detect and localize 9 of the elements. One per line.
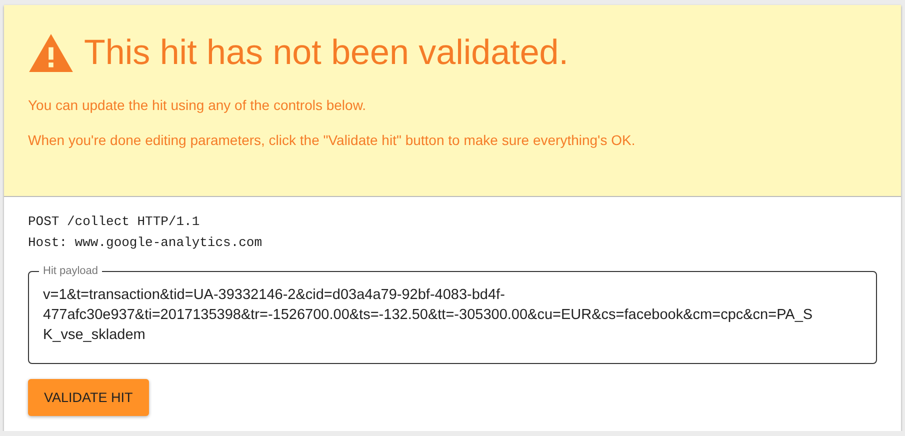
validate-button[interactable]: VALIDATE HIT	[28, 379, 149, 416]
payload-field[interactable]: Hit payload v=1&t=transaction&tid=UA-39332146-2&cid=d03a4a79-92bf-4083-bd4f-477afc30e937&ti=2017135398&tr=-1526700.00&ts=-132.50&tt=-305300.00&cu=EUR&cs=facebook&cm=cpc&cn=PA_SK_vse_skladem	[28, 265, 877, 364]
banner-message: When you're done editing parameters, click the "Validate hit" button to make sure everything's OK.	[28, 132, 636, 148]
banner-title: This hit has not been validated.	[84, 33, 568, 73]
request-line: Host: www.google-analytics.com	[28, 234, 264, 252]
banner-message: You can update the hit using any of the controls below.	[28, 97, 368, 113]
warning-icon	[28, 33, 74, 73]
request-line: POST /collect HTTP/1.1	[28, 213, 201, 231]
field-label: Hit payload	[42, 265, 100, 277]
